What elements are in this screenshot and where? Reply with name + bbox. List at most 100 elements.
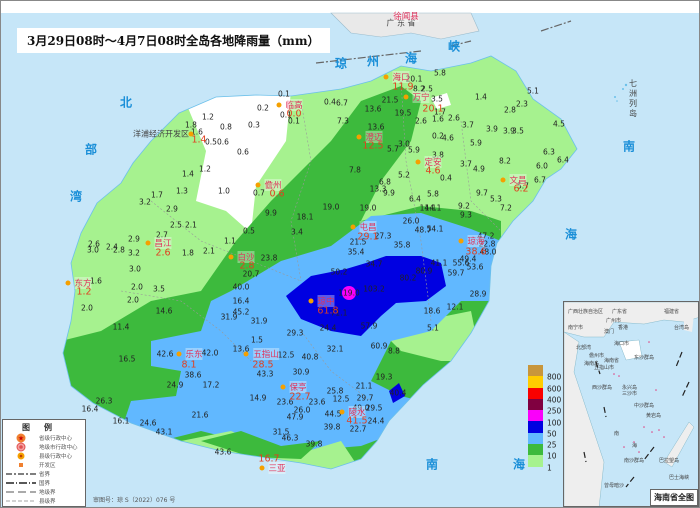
rain-value: 40.0 — [232, 282, 250, 292]
yangpu-label: 洋浦经济开发区 — [133, 129, 189, 139]
scale-swatch — [528, 398, 543, 411]
county-center-icon — [500, 177, 506, 183]
rain-value: 29.7 — [356, 393, 374, 403]
city-label: 乐东 — [185, 348, 203, 360]
approval-number: 审图号：琼 S（2022）076 号 — [93, 497, 176, 504]
rain-value: 23.6 — [308, 397, 326, 407]
rain-value: 35.4 — [347, 247, 365, 257]
inset-label: 广州市 — [606, 318, 622, 324]
rain-value: 24.6 — [139, 418, 157, 428]
rain-value: 60.9 — [370, 341, 388, 351]
rain-value: 19.0 — [322, 202, 340, 212]
rain-value: 43.1 — [155, 427, 173, 437]
rain-value: 24.9 — [166, 380, 184, 390]
rain-value: 24.4 — [367, 416, 385, 426]
county-center-icon — [356, 134, 362, 140]
rain-value: 0.6 — [217, 137, 229, 147]
rain-value: 31.9 — [250, 316, 268, 326]
scale-swatch — [528, 432, 543, 445]
inset-title: 海南省全图 — [650, 489, 698, 506]
county-center-icon — [308, 298, 314, 304]
county-center-icon — [255, 182, 261, 188]
rain-value: 5.1 — [427, 323, 439, 333]
rain-value: 18.6 — [423, 306, 441, 316]
legend-label: 地级市行政中心 — [39, 444, 78, 451]
city-rainfall: 29.1 — [357, 231, 379, 243]
rain-value: 2.9 — [128, 234, 140, 244]
color-scale: 800 600 400 250 100 50 25 10 1 — [528, 365, 561, 472]
scale-swatch — [528, 421, 543, 433]
city-rainfall: 12.5 — [362, 140, 384, 152]
city-rainfall: 0.6 — [269, 188, 285, 200]
rain-value: 80.2 — [399, 273, 417, 283]
city-rainfall: 22.7 — [289, 391, 311, 403]
rain-value: 6.7 — [336, 98, 348, 108]
inset-label: 黄岩岛 — [646, 413, 662, 419]
inset-label: 海 — [632, 443, 638, 449]
scale-label: 10 — [547, 451, 557, 461]
rain-value: 14.1 — [424, 203, 442, 213]
rain-value: 2.1 — [185, 220, 197, 230]
city-rainfall: 38.6 — [465, 246, 487, 258]
rain-value: 2.5 — [170, 220, 182, 230]
rain-value: 0.1 — [278, 89, 290, 99]
rain-value: 5.8 — [434, 68, 446, 78]
county-center-icon — [403, 94, 409, 100]
scale-label: 50 — [547, 429, 557, 439]
rain-value: 21.1 — [355, 381, 373, 391]
city-label: 琼海 — [467, 235, 485, 247]
rain-value: 9.3 — [460, 210, 472, 220]
rain-value: 12.5 — [277, 350, 295, 360]
rain-value: 5.1 — [527, 86, 539, 96]
legend-label: 地级界 — [39, 489, 56, 496]
rain-value: 3.0 — [87, 245, 99, 255]
scale-label: 1 — [547, 463, 552, 473]
inset-label: 台湾岛 — [674, 325, 690, 331]
rain-value: 0.7 — [253, 188, 265, 198]
rain-value: 2.6 — [415, 116, 427, 126]
scale-label: 250 — [547, 406, 562, 416]
inset-label: 儋州市 — [589, 353, 605, 359]
legend-item-county-border: 县级界 — [3, 496, 85, 505]
rain-value: 45.2 — [232, 307, 250, 317]
inset-label: 海口市 — [614, 341, 630, 347]
rain-value: 0.3 — [248, 120, 260, 130]
inset-label: 福建省 — [664, 309, 680, 315]
inset-label: 西沙群岛 — [592, 385, 613, 391]
rain-value: 28.9 — [469, 289, 487, 299]
legend-label: 县级行政中心 — [39, 453, 73, 460]
legend-item-prefecture-border: 地级界 — [3, 487, 85, 496]
rain-value: 14.6 — [155, 306, 173, 316]
scale-swatch — [528, 444, 543, 456]
rain-value: 24.4 — [319, 323, 337, 333]
sea-label-qiongzhou: 峡 — [447, 39, 461, 54]
rain-value: 42.0 — [201, 348, 219, 358]
inset-label: 广东省 — [612, 309, 628, 315]
rain-value: 26.0 — [402, 216, 420, 226]
city-rainfall: 61.8 — [317, 305, 339, 317]
rain-value: 2.0 — [81, 303, 93, 313]
county-center-icon — [383, 74, 389, 80]
rain-value: 2.6 — [448, 113, 460, 123]
inset-label: 巴拉望岛 — [659, 458, 680, 464]
yangpu-rainfall: 1.4 — [191, 134, 207, 146]
inset-label: 北部湾 — [576, 345, 592, 351]
city-rainfall: 8.1 — [181, 359, 197, 371]
map-title: 3月29日08时～4月7日08时全岛各地降雨量（mm） — [17, 28, 330, 53]
county-center-icon — [458, 238, 464, 244]
rain-value: 4.5 — [553, 119, 565, 129]
rain-value: 40.4 — [389, 388, 407, 398]
rain-value: 16.4 — [81, 404, 99, 414]
rain-value: 12.5 — [332, 394, 350, 404]
rain-value: 11.4 — [112, 322, 130, 332]
rain-value: 19.0 — [359, 203, 377, 213]
county-center-icon — [65, 280, 71, 286]
county-center-icon — [176, 351, 182, 357]
legend-label: 开发区 — [39, 462, 56, 469]
rain-value: 3.2 — [139, 197, 151, 207]
county-center-icon — [276, 102, 282, 108]
rain-value: 2.0 — [131, 282, 143, 292]
rain-value: 2.9 — [166, 204, 178, 214]
city-rainfall: 20.1 — [422, 103, 444, 115]
legend-title: 图例 — [22, 423, 66, 432]
